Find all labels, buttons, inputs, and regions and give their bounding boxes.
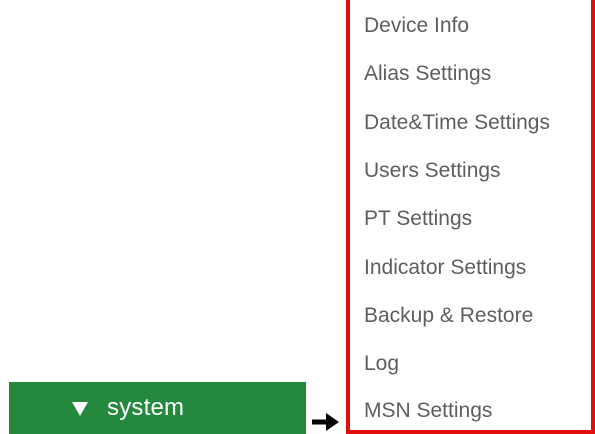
submenu-highlight-box: Device Info Alias Settings Date&Time Set… xyxy=(346,0,595,434)
menu-item-pt-settings[interactable]: PT Settings xyxy=(364,206,472,232)
menu-item-device-info[interactable]: Device Info xyxy=(364,13,469,39)
system-menu-button[interactable]: system xyxy=(9,382,306,434)
menu-item-log[interactable]: Log xyxy=(364,351,399,377)
menu-item-indicator-settings[interactable]: Indicator Settings xyxy=(364,255,526,281)
right-arrow-icon xyxy=(312,413,339,431)
menu-item-alias-settings[interactable]: Alias Settings xyxy=(364,61,491,87)
triangle-down-icon xyxy=(72,402,88,416)
menu-item-users-settings[interactable]: Users Settings xyxy=(364,158,501,184)
menu-item-msn-settings[interactable]: MSN Settings xyxy=(364,398,492,424)
menu-item-backup-restore[interactable]: Backup & Restore xyxy=(364,303,533,329)
menu-item-date-time-settings[interactable]: Date&Time Settings xyxy=(364,110,550,136)
system-menu-label: system xyxy=(107,394,185,421)
